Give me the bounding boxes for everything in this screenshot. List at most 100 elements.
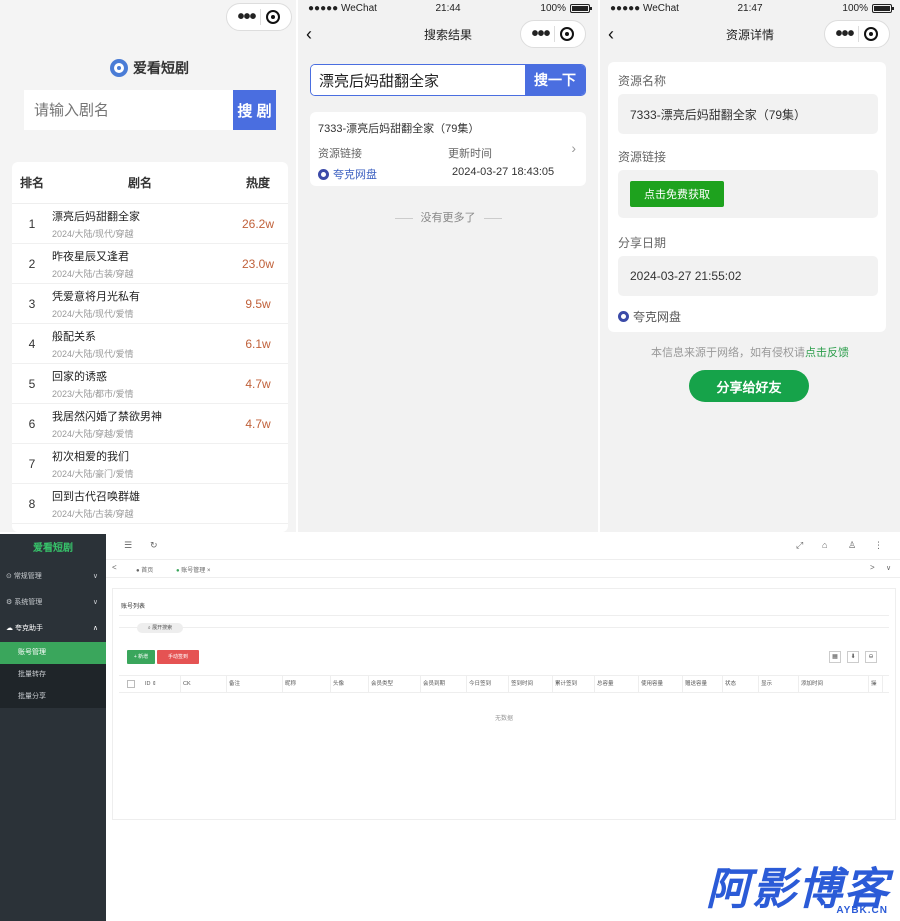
sidebar-item-general[interactable]: ⊙ 常规管理 ∨ [0, 564, 106, 590]
manual-sign-button[interactable]: 手动签到 [157, 650, 199, 664]
column-header[interactable]: 签到时间 [509, 675, 553, 693]
tab-dropdown-icon[interactable]: ∨ [886, 564, 891, 572]
drama-meta: 2024/大陆/现代/爱情 [52, 308, 134, 319]
column-header[interactable]: 显示 [759, 675, 799, 693]
mini-program-capsule[interactable]: ••• [824, 20, 890, 48]
share-button[interactable]: 分享给好友 [689, 370, 809, 402]
name-value: 7333-漂亮后妈甜翻全家（79集） [618, 94, 878, 134]
table-row[interactable]: 7 初次相爱的我们 2024/大陆/豪门/爱情 [12, 444, 288, 484]
table-row[interactable]: 1 漂亮后妈甜翻全家 2024/大陆/现代/穿越 26.2w [12, 204, 288, 244]
result-labels: 资源链接 更新时间 [318, 145, 578, 161]
fullscreen-icon[interactable]: ⤢ [796, 540, 803, 551]
close-target-icon[interactable] [560, 27, 575, 41]
disk-name: 夸克网盘 [333, 169, 377, 181]
heat-value: 9.5w [245, 296, 271, 311]
detail-card: 资源名称 7333-漂亮后妈甜翻全家（79集） 资源链接 点击免费获取 分享日期… [608, 62, 886, 332]
column-header[interactable]: 赠送容量 [683, 675, 723, 693]
update-time: 2024-03-27 18:43:05 [452, 166, 555, 178]
drama-meta: 2024/大陆/现代/穿越 [52, 228, 134, 239]
sidebar-item-quark[interactable]: ☁ 夸克助手 ∧ [0, 616, 106, 642]
feedback-link[interactable]: 点击反馈 [805, 347, 849, 359]
drama-info: 般配关系 2024/大陆/现代/爱情 [52, 328, 228, 360]
add-button[interactable]: + 新增 [127, 650, 155, 664]
home-screen: ••• 爱看短剧 搜 剧 排名 剧名 热度 1 漂亮后妈甜翻全家 2024/大陆/现… [0, 0, 296, 532]
header-heat: 热度 [245, 176, 270, 190]
column-header[interactable]: 状态 [723, 675, 759, 693]
sidebar-item-accounts[interactable]: 账号管理 [0, 642, 106, 664]
table-row[interactable]: 4 般配关系 2024/大陆/现代/爱情 6.1w [12, 324, 288, 364]
drama-name: 回到古代召唤群雄 [52, 490, 140, 503]
search-input[interactable] [311, 65, 525, 95]
result-values: 夸克网盘 2024-03-27 18:43:05 [318, 166, 578, 182]
column-header[interactable]: CK [181, 675, 227, 693]
expand-search-button[interactable]: ⌕ 展开搜索 [137, 623, 183, 633]
more-icon[interactable]: ••• [237, 7, 256, 27]
search-button[interactable]: 搜一下 [525, 65, 585, 95]
sidebar-item-batch-save[interactable]: 批量转存 [0, 664, 106, 686]
rank-number: 3 [28, 296, 36, 311]
column-header[interactable]: 会员到期 [421, 675, 467, 693]
close-target-icon[interactable] [864, 27, 879, 41]
select-all-checkbox[interactable] [127, 680, 135, 688]
more-icon[interactable]: ••• [531, 24, 550, 44]
result-card[interactable]: 7333-漂亮后妈甜翻全家（79集） 资源链接 更新时间 夸克网盘 2024-0… [310, 112, 586, 186]
drama-name: 初次相爱的我们 [52, 450, 129, 463]
sidebar: 爱看短剧 ⊙ 常规管理 ∨ ⚙ 系统管理 ∨ ☁ 夸克助手 ∧ 账号管理 批量转存 批… [0, 534, 106, 921]
heat-value: 4.7w [245, 416, 271, 431]
tab-accounts[interactable]: ● 账号管理 × [176, 565, 210, 574]
tab-next-icon[interactable]: > [870, 563, 875, 572]
table-row[interactable]: 8 回到古代召唤群雄 2024/大陆/古装/穿越 [12, 484, 288, 524]
more-icon[interactable]: ••• [835, 24, 854, 44]
close-target-icon[interactable] [266, 10, 281, 24]
rank-number: 2 [28, 256, 36, 271]
menu-toggle-icon[interactable]: ☰ [124, 540, 132, 551]
column-header[interactable]: ID ⇕ [143, 675, 181, 693]
user-icon[interactable]: ♙ [848, 540, 856, 551]
search-bar: 搜一下 [310, 64, 586, 96]
battery-icon [872, 4, 894, 13]
table-row[interactable]: 6 我居然闪婚了禁欲男神 2024/大陆/穿越/爱情 4.7w [12, 404, 288, 444]
table-row[interactable]: 2 昨夜星辰又逢君 2024/大陆/古装/穿越 23.0w [12, 244, 288, 284]
table-row[interactable]: 5 回家的诱惑 2023/大陆/都市/爱情 4.7w [12, 364, 288, 404]
get-free-button[interactable]: 点击免费获取 [630, 181, 724, 207]
column-header[interactable]: 备注 [227, 675, 283, 693]
sidebar-item-system[interactable]: ⚙ 系统管理 ∨ [0, 590, 106, 616]
column-header[interactable]: 会员类型 [369, 675, 421, 693]
drama-name: 回家的诱惑 [52, 370, 107, 383]
column-header[interactable]: 昵称 [283, 675, 331, 693]
export-icon[interactable]: ⬇ [847, 651, 859, 663]
tab-prev-icon[interactable]: < [112, 563, 117, 572]
column-header[interactable]: 累计签到 [553, 675, 595, 693]
column-header[interactable]: 使用容量 [639, 675, 683, 693]
mini-program-capsule[interactable]: ••• [226, 3, 292, 31]
quark-disk-icon [318, 168, 329, 180]
column-header[interactable]: 添加时间 [799, 675, 869, 693]
refresh-icon[interactable]: ↻ [150, 540, 158, 551]
status-bar: ●●●●● WeChat 21:47 100% [600, 0, 900, 18]
battery-indicator: 100% [540, 3, 592, 14]
column-header[interactable]: 头像 [331, 675, 369, 693]
divider [119, 615, 889, 616]
table-row[interactable]: 3 凭爱意将月光私有 2024/大陆/现代/爱情 9.5w [12, 284, 288, 324]
more-vertical-icon[interactable]: ⋮ [874, 540, 883, 551]
column-header[interactable]: 今日签到 [467, 675, 509, 693]
columns-icon[interactable]: ▦ [829, 651, 841, 663]
print-icon[interactable]: ⊖ [865, 651, 877, 663]
disk-source: 夸克网盘 [618, 308, 681, 325]
chevron-down-icon: ∨ [92, 573, 98, 580]
mini-program-capsule[interactable]: ••• [520, 20, 586, 48]
rank-number: 4 [28, 336, 36, 351]
disk-link[interactable]: 夸克网盘 [318, 166, 452, 182]
screenshot-collage: ••• 爱看短剧 搜 剧 排名 剧名 热度 1 漂亮后妈甜翻全家 2024/大陆/现… [0, 0, 900, 921]
column-header[interactable]: 总容量 [595, 675, 639, 693]
cloud-icon: ☁ [6, 625, 15, 632]
table-header-columns: ID ⇕ CK 备注 昵称 头像 会员类型 会员到期 今日签到 签到时间 累计签到 总容量 使用容量赠… [143, 675, 889, 693]
sidebar-item-batch-share[interactable]: 批量分享 [0, 686, 106, 708]
no-more-text: 没有更多了 [298, 209, 598, 225]
tab-home-label: 首页 [141, 568, 154, 574]
home-icon[interactable]: ⌂ [822, 540, 827, 550]
column-header[interactable]: 操 [869, 675, 883, 693]
tab-home[interactable]: ● 首页 [136, 565, 153, 574]
search-input[interactable] [24, 90, 233, 130]
search-button[interactable]: 搜 剧 [233, 90, 276, 130]
